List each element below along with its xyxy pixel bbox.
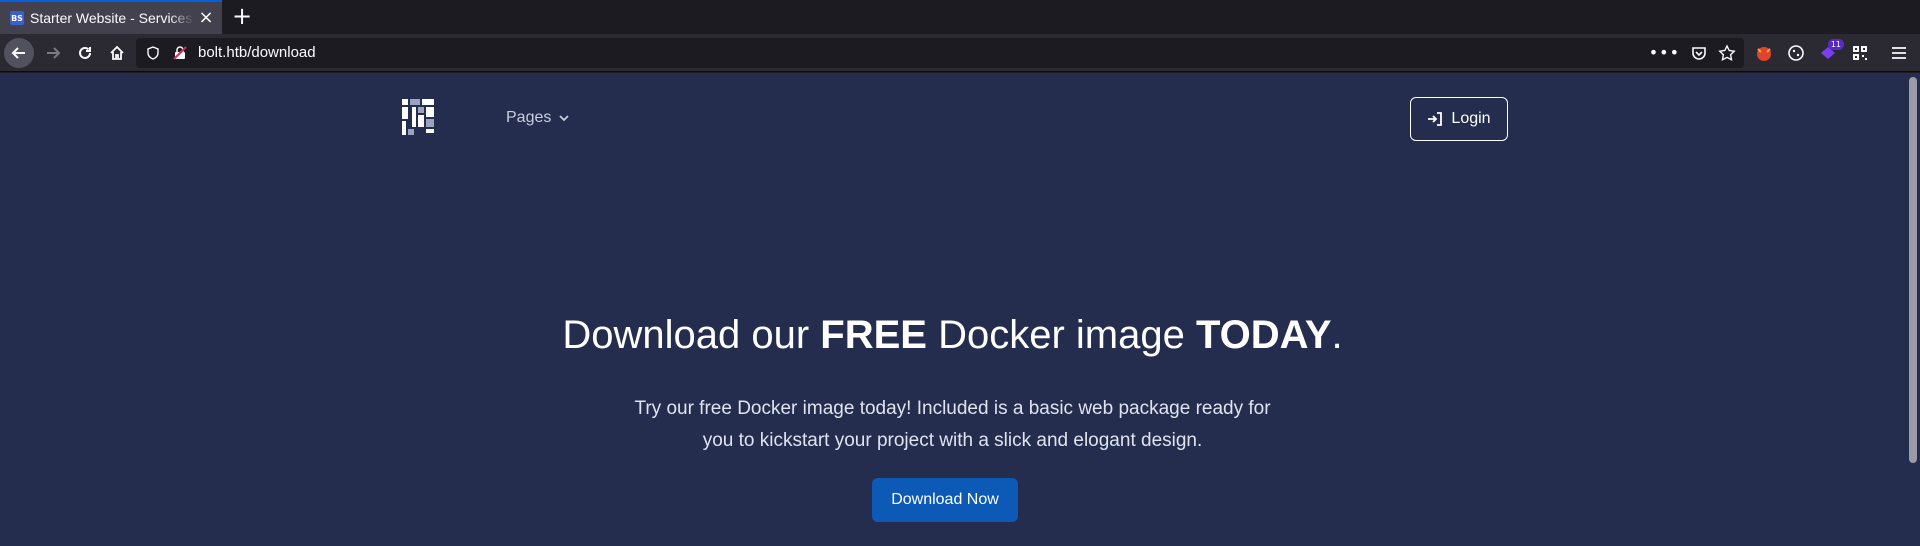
reload-icon bbox=[79, 46, 91, 59]
scrollbar-thumb[interactable] bbox=[1909, 77, 1917, 463]
hero-description: Try our free Docker image today! Include… bbox=[0, 393, 1905, 457]
pocket-icon[interactable] bbox=[1690, 44, 1708, 62]
extension-qr-icon[interactable] bbox=[1848, 38, 1872, 68]
tab-close-icon[interactable]: × bbox=[196, 8, 216, 28]
site-logo-icon[interactable] bbox=[400, 97, 436, 137]
headline-bold-free: FREE bbox=[820, 313, 927, 357]
tab-bar: BS Starter Website - Services × + bbox=[0, 0, 1920, 34]
headline-text-3: . bbox=[1331, 313, 1343, 357]
chevron-down-icon bbox=[559, 115, 570, 122]
tab-favicon-icon: BS bbox=[10, 11, 24, 25]
reload-button[interactable] bbox=[70, 38, 100, 68]
headline-text-2: Docker image bbox=[926, 313, 1196, 357]
browser-toolbar: bolt.htb/download ••• 11 bbox=[0, 34, 1920, 72]
tab-title: Starter Website - Services bbox=[30, 10, 193, 26]
hero-description-line-2: you to kickstart your project with a sli… bbox=[702, 430, 1203, 451]
sign-in-icon bbox=[1428, 112, 1443, 126]
page-viewport: Pages Login Download our FREE Docker ima… bbox=[0, 73, 1905, 546]
headline-bold-today: TODAY bbox=[1195, 313, 1332, 357]
pages-label: Pages bbox=[506, 109, 552, 126]
home-button[interactable] bbox=[102, 38, 132, 68]
page-headline: Download our FREE Docker image TODAY. bbox=[0, 313, 1905, 358]
login-button[interactable]: Login bbox=[1410, 97, 1508, 141]
bookmark-star-icon[interactable] bbox=[1718, 43, 1736, 62]
insecure-lock-icon[interactable] bbox=[172, 45, 188, 61]
shield-icon[interactable] bbox=[146, 46, 160, 60]
back-arrow-icon bbox=[11, 47, 25, 59]
hero-description-line-1: Try our free Docker image today! Include… bbox=[634, 398, 1271, 419]
pages-dropdown[interactable]: Pages bbox=[506, 109, 570, 127]
headline-text-1: Download our bbox=[562, 313, 821, 357]
page-actions-icon[interactable]: ••• bbox=[1649, 43, 1680, 62]
new-tab-button[interactable]: + bbox=[228, 2, 256, 30]
forward-button[interactable] bbox=[38, 38, 68, 68]
url-bar[interactable]: bolt.htb/download ••• bbox=[136, 38, 1744, 68]
extension-purple-icon[interactable]: 11 bbox=[1816, 38, 1844, 68]
download-now-button[interactable]: Download Now bbox=[872, 478, 1018, 522]
page-scrollbar[interactable] bbox=[1905, 73, 1920, 546]
login-label: Login bbox=[1451, 110, 1491, 127]
active-tab[interactable]: BS Starter Website - Services × bbox=[0, 0, 222, 34]
back-button[interactable] bbox=[4, 38, 34, 68]
extension-cookie-icon[interactable] bbox=[1784, 38, 1808, 68]
extension-fox-icon[interactable] bbox=[1752, 38, 1776, 68]
url-text[interactable]: bolt.htb/download bbox=[198, 44, 316, 61]
hamburger-menu-button[interactable] bbox=[1884, 38, 1914, 68]
extension-badge: 11 bbox=[1827, 39, 1844, 50]
forward-arrow-icon bbox=[47, 47, 61, 59]
hamburger-icon bbox=[1892, 47, 1906, 59]
home-icon bbox=[110, 45, 124, 60]
